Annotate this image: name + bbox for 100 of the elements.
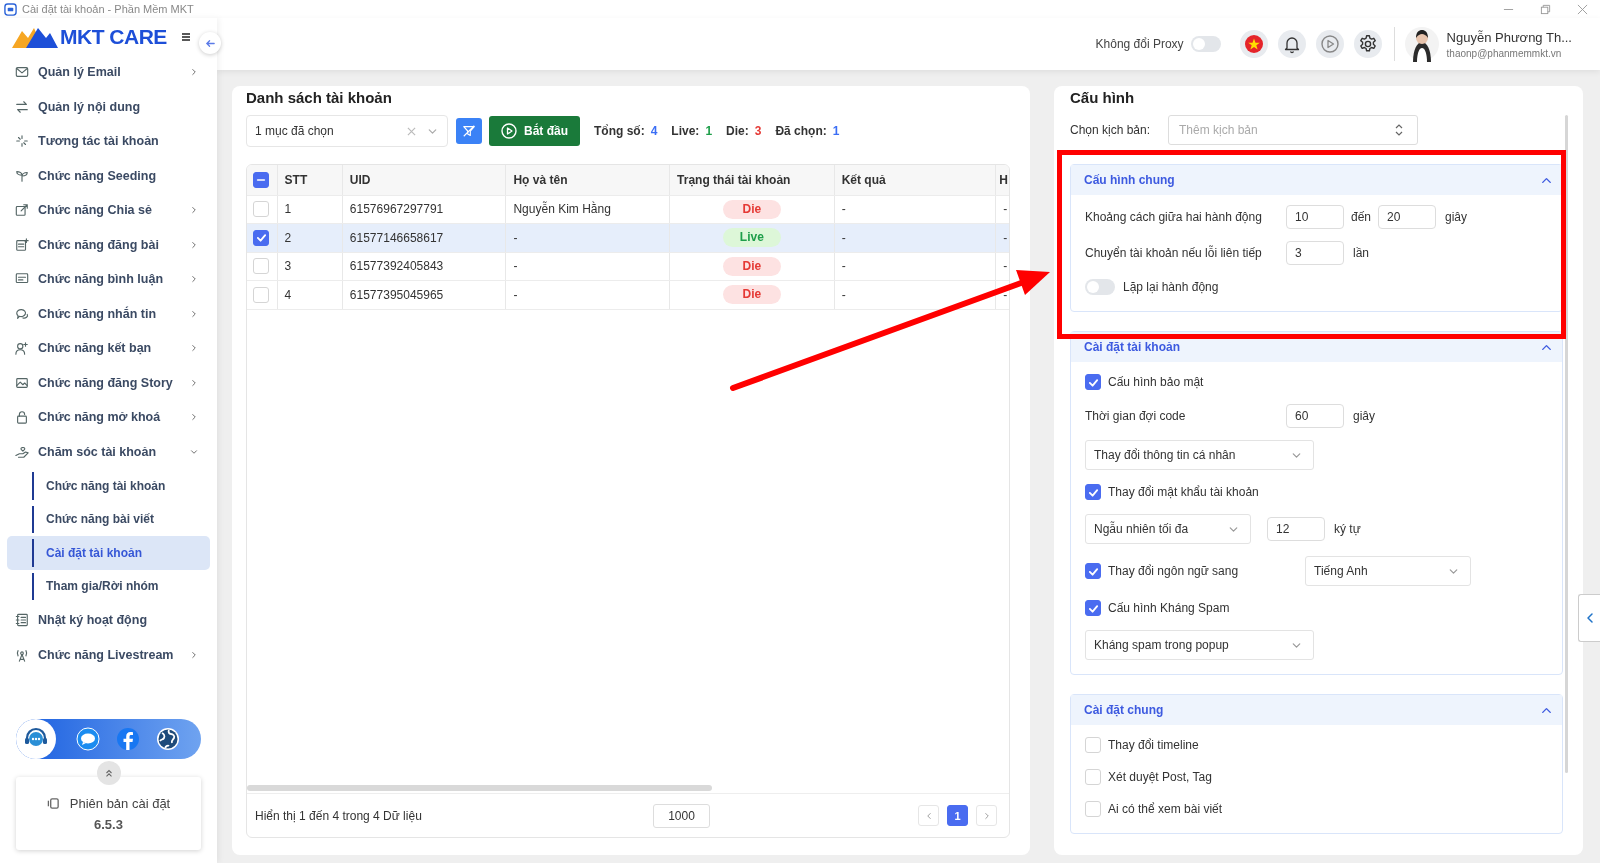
sidebar-subitem[interactable]: Chức năng bài viết	[7, 502, 210, 536]
sidebar-item[interactable]: Chức năng đăng Story	[0, 365, 217, 400]
logo-text: MKT CARE	[60, 24, 167, 49]
number-field[interactable]: 12	[1267, 517, 1325, 541]
arrows-icon	[15, 99, 29, 114]
menu-icon[interactable]	[180, 31, 191, 42]
device-icon	[46, 796, 60, 810]
panel-title: Danh sách tài khoản	[246, 88, 393, 108]
account-select[interactable]: 1 mục đã chọn	[246, 115, 448, 147]
horizontal-scrollbar[interactable]	[247, 785, 712, 791]
checkbox[interactable]	[1085, 563, 1101, 579]
close-icon[interactable]	[1577, 3, 1588, 15]
number-field[interactable]: 10	[1286, 205, 1344, 229]
section-header[interactable]: Cấu hình chung	[1071, 165, 1562, 195]
sidebar-item[interactable]: Quản lý Email	[0, 55, 217, 90]
hand-heart-icon	[15, 444, 29, 459]
filter-button[interactable]	[456, 118, 482, 144]
sidebar-item[interactable]: Chức năng mở khoá	[0, 400, 217, 435]
status-badge: Die	[722, 199, 781, 219]
settings-button[interactable]	[1353, 30, 1382, 58]
field-label: Chọn kịch bản:	[1070, 123, 1152, 137]
sidebar-item[interactable]: Nhật ký hoạt động	[0, 603, 217, 638]
chevron-right-icon[interactable]	[189, 67, 199, 78]
mail-icon	[15, 65, 29, 80]
sidebar-item[interactable]: Tương tác tài khoản	[0, 124, 217, 159]
chevron-right-icon[interactable]	[189, 412, 199, 423]
arrow-left-icon	[204, 37, 216, 49]
checkbox[interactable]	[1085, 374, 1101, 390]
dropdown[interactable]: Thay đổi thông tin cá nhân	[1085, 440, 1314, 470]
column-header[interactable]: Trạng thái tài khoản	[669, 165, 835, 195]
dropdown[interactable]: Tiếng Anh	[1305, 556, 1471, 586]
filter-off-icon	[462, 124, 476, 138]
dropdown[interactable]: Kháng spam trong popup	[1085, 630, 1314, 660]
toggle-switch[interactable]	[1085, 279, 1115, 295]
chevron-right-icon[interactable]	[189, 377, 199, 388]
collapse-tab[interactable]	[1578, 594, 1600, 642]
chevron-right-icon[interactable]	[189, 308, 199, 319]
sidebar-item[interactable]: Chức năng Livestream	[0, 637, 217, 672]
globe-icon[interactable]	[156, 727, 180, 751]
script-select[interactable]: Thêm kịch bản	[1168, 115, 1418, 145]
field-label: Thời gian đợi code	[1085, 409, 1187, 423]
chat-bubble-icon[interactable]	[76, 727, 100, 751]
chevron-right-icon[interactable]	[189, 343, 199, 354]
support-button[interactable]	[16, 719, 56, 759]
broadcast-icon	[15, 647, 29, 662]
clear-icon[interactable]	[407, 126, 416, 136]
restore-icon[interactable]	[1540, 3, 1551, 15]
vertical-scrollbar[interactable]	[1565, 115, 1568, 773]
stat-label: Die:	[726, 124, 749, 138]
sidebar-subitem[interactable]: Chức năng tài khoản	[7, 469, 210, 503]
flag-button[interactable]	[1239, 30, 1268, 58]
bell-button[interactable]	[1277, 30, 1306, 58]
facebook-icon[interactable]	[116, 727, 140, 751]
checkbox[interactable]	[253, 171, 269, 188]
field-label: Chuyển tài khoản nếu lỗi liên tiếp	[1085, 246, 1263, 260]
chevron-right-icon[interactable]	[189, 239, 199, 250]
stat-value: 3	[754, 124, 762, 138]
user-name: Nguyễn Phương Th...	[1446, 29, 1572, 45]
sidebar-item[interactable]: Chức năng bình luận	[0, 262, 217, 297]
toggle-label: Lặp lại hành động	[1123, 280, 1219, 294]
check-icon	[1087, 376, 1099, 388]
checkbox[interactable]	[253, 229, 269, 246]
check-icon	[255, 232, 267, 244]
page-button[interactable]: 1	[947, 805, 968, 826]
start-button[interactable]: Bắt đầu	[489, 116, 580, 146]
sidebar-item[interactable]: Chức năng nhắn tin	[0, 296, 217, 331]
section-header[interactable]: Cài đặt chung	[1071, 695, 1562, 725]
dropdown[interactable]: Ngẫu nhiên tối đa	[1085, 514, 1251, 544]
sidebar-item[interactable]: Chức năng Chia sẻ	[0, 193, 217, 228]
checkbox[interactable]	[1085, 484, 1101, 500]
chevron-right-icon[interactable]	[189, 274, 199, 285]
column-header[interactable]: Kết quả	[834, 165, 996, 195]
sidebar-item[interactable]: Quản lý nội dung	[0, 89, 217, 124]
chevron-right-icon[interactable]	[189, 205, 199, 216]
number-field[interactable]: 3	[1286, 241, 1344, 265]
number-field[interactable]: 60	[1286, 404, 1344, 428]
column-header[interactable]: UID	[342, 165, 506, 195]
avatar	[1404, 26, 1439, 62]
column-header[interactable]: STT	[277, 165, 343, 195]
number-field[interactable]: 20	[1378, 205, 1437, 229]
scroll-up-button[interactable]	[96, 761, 121, 785]
unit-label: ký tự	[1334, 522, 1361, 536]
toggle-switch[interactable]	[1190, 36, 1221, 52]
sidebar-item[interactable]: Chức năng đăng bài	[0, 227, 217, 262]
play-button[interactable]	[1315, 30, 1344, 58]
column-header[interactable]: Họ và tên	[505, 165, 670, 195]
sidebar-subitem[interactable]: Cài đặt tài khoản	[7, 536, 210, 570]
sidebar-item[interactable]: Chức năng Seeding	[0, 158, 217, 193]
table-cell: -	[505, 280, 670, 309]
version-number: 6.5.3	[94, 816, 123, 832]
check-icon	[1087, 565, 1099, 577]
chevron-right-icon[interactable]	[189, 649, 199, 660]
checkbox-label: Cấu hình Kháng Spam	[1108, 601, 1230, 615]
sidebar-subitem[interactable]: Tham gia/Rời nhóm	[7, 569, 210, 603]
checkbox[interactable]	[1085, 600, 1101, 616]
collapse-button[interactable]	[199, 32, 221, 54]
sidebar-item[interactable]: Chức năng kết bạn	[0, 331, 217, 366]
sidebar-item[interactable]: Chăm sóc tài khoản	[0, 434, 217, 469]
version-label: Phiên bản cài đặt	[69, 795, 171, 811]
page-size-field[interactable]: 1000	[653, 803, 710, 828]
